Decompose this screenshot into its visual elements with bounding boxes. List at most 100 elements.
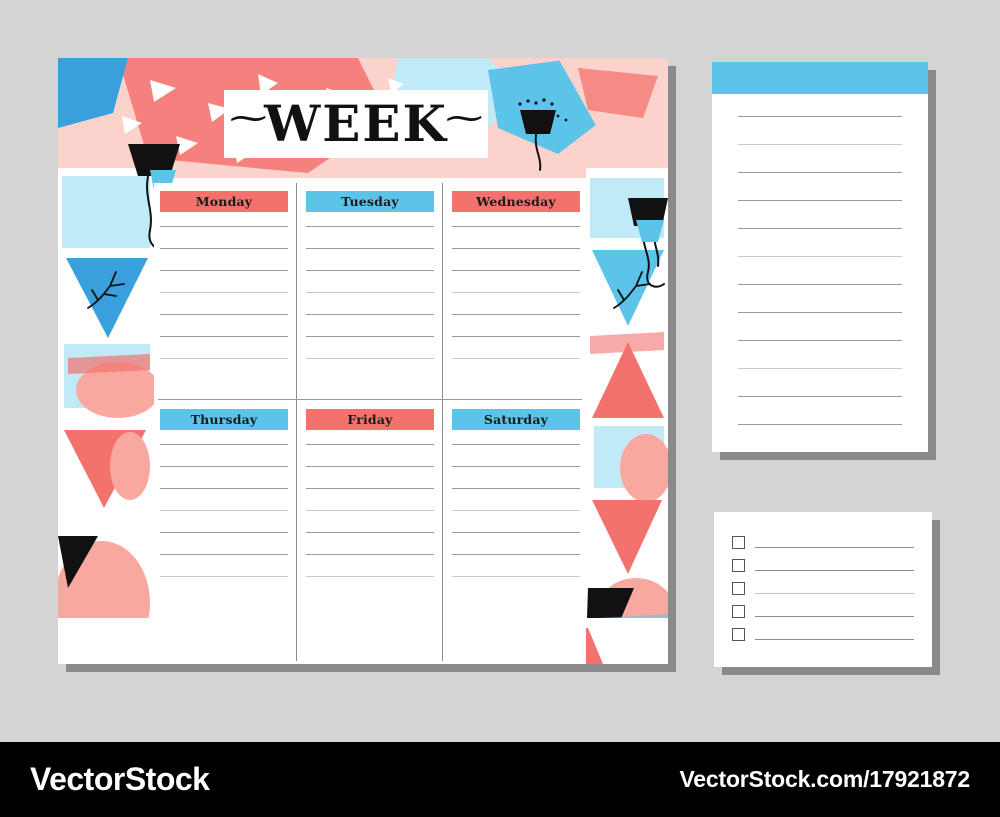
writing-line <box>452 270 580 271</box>
writing-line <box>738 284 902 285</box>
writing-line <box>160 226 288 227</box>
checklist-items <box>714 512 932 646</box>
week-row-1: Monday Tuesday Wednesday <box>154 191 586 409</box>
empty-checkbox-icon[interactable] <box>732 559 745 572</box>
writing-line <box>306 314 434 315</box>
screenshot-canvas: ~ WEEK ~ Monday Tuesday Wednesday Thursd… <box>0 0 1000 817</box>
writing-line <box>738 200 902 201</box>
writing-line <box>160 248 288 249</box>
notepad-card <box>712 62 928 452</box>
writing-line <box>306 576 434 577</box>
day-column-wednesday[interactable]: Wednesday <box>452 191 580 409</box>
writing-line <box>160 576 288 577</box>
writing-lines-wednesday[interactable] <box>452 226 580 359</box>
planner-title-plaque: ~ WEEK ~ <box>224 90 488 158</box>
planner-writing-panel: Monday Tuesday Wednesday Thursday Friday… <box>154 183 586 664</box>
week-grid: Monday Tuesday Wednesday Thursday Friday… <box>154 183 586 664</box>
writing-line <box>160 488 288 489</box>
empty-checkbox-icon[interactable] <box>732 582 745 595</box>
writing-lines-saturday[interactable] <box>452 444 580 577</box>
day-label-monday: Monday <box>160 191 288 212</box>
writing-line <box>452 554 580 555</box>
list-item[interactable] <box>732 577 914 600</box>
page-title: WEEK <box>264 94 448 153</box>
day-column-monday[interactable]: Monday <box>160 191 288 409</box>
writing-line <box>160 292 288 293</box>
notepad-lines[interactable] <box>712 94 928 425</box>
writing-line <box>452 358 580 359</box>
writing-line <box>738 424 902 425</box>
writing-line <box>306 444 434 445</box>
writing-lines-monday[interactable] <box>160 226 288 359</box>
writing-line <box>452 226 580 227</box>
writing-line <box>306 292 434 293</box>
writing-line <box>755 639 914 640</box>
writing-line <box>306 466 434 467</box>
writing-line <box>452 532 580 533</box>
writing-line <box>738 368 902 369</box>
writing-line <box>306 336 434 337</box>
day-column-saturday[interactable]: Saturday <box>452 409 580 627</box>
writing-line <box>160 554 288 555</box>
swash-left-icon: ~ <box>225 98 271 138</box>
writing-line <box>452 248 580 249</box>
writing-line <box>306 532 434 533</box>
writing-line <box>738 172 902 173</box>
writing-line <box>306 270 434 271</box>
week-row-2: Thursday Friday Saturday <box>154 409 586 627</box>
writing-line <box>160 358 288 359</box>
writing-line <box>452 444 580 445</box>
writing-line <box>452 336 580 337</box>
empty-checkbox-icon[interactable] <box>732 536 745 549</box>
writing-line <box>738 116 902 117</box>
row-divider <box>158 399 582 400</box>
writing-line <box>452 576 580 577</box>
writing-line <box>738 256 902 257</box>
writing-line <box>306 554 434 555</box>
writing-line <box>160 336 288 337</box>
writing-line <box>306 488 434 489</box>
day-label-wednesday: Wednesday <box>452 191 580 212</box>
writing-line <box>306 510 434 511</box>
column-divider-2 <box>442 183 443 661</box>
checklist-card <box>714 512 932 667</box>
writing-line <box>755 616 914 617</box>
day-label-tuesday: Tuesday <box>306 191 434 212</box>
writing-line <box>160 466 288 467</box>
day-label-thursday: Thursday <box>160 409 288 430</box>
day-label-saturday: Saturday <box>452 409 580 430</box>
list-item[interactable] <box>732 623 914 646</box>
writing-line <box>738 396 902 397</box>
writing-lines-friday[interactable] <box>306 444 434 577</box>
writing-line <box>755 593 914 594</box>
day-label-friday: Friday <box>306 409 434 430</box>
list-item[interactable] <box>732 554 914 577</box>
writing-line <box>160 314 288 315</box>
writing-line <box>738 312 902 313</box>
day-column-tuesday[interactable]: Tuesday <box>306 191 434 409</box>
writing-line <box>306 358 434 359</box>
writing-line <box>306 248 434 249</box>
writing-lines-thursday[interactable] <box>160 444 288 577</box>
writing-line <box>452 314 580 315</box>
empty-checkbox-icon[interactable] <box>732 628 745 641</box>
writing-line <box>738 228 902 229</box>
watermark-footer: VectorStock VectorStock.com/17921872 <box>0 742 1000 817</box>
writing-line <box>160 510 288 511</box>
weekly-planner-card: ~ WEEK ~ Monday Tuesday Wednesday Thursd… <box>58 58 668 664</box>
list-item[interactable] <box>732 600 914 623</box>
writing-line <box>452 466 580 467</box>
day-column-friday[interactable]: Friday <box>306 409 434 627</box>
brand-name: VectorStock <box>30 761 210 797</box>
empty-checkbox-icon[interactable] <box>732 605 745 618</box>
list-item[interactable] <box>732 531 914 554</box>
writing-lines-tuesday[interactable] <box>306 226 434 359</box>
writing-line <box>738 340 902 341</box>
writing-line <box>452 510 580 511</box>
writing-line <box>160 532 288 533</box>
day-column-thursday[interactable]: Thursday <box>160 409 288 627</box>
writing-line <box>452 292 580 293</box>
swash-right-icon: ~ <box>441 98 487 138</box>
writing-line <box>160 270 288 271</box>
writing-line <box>755 570 914 571</box>
